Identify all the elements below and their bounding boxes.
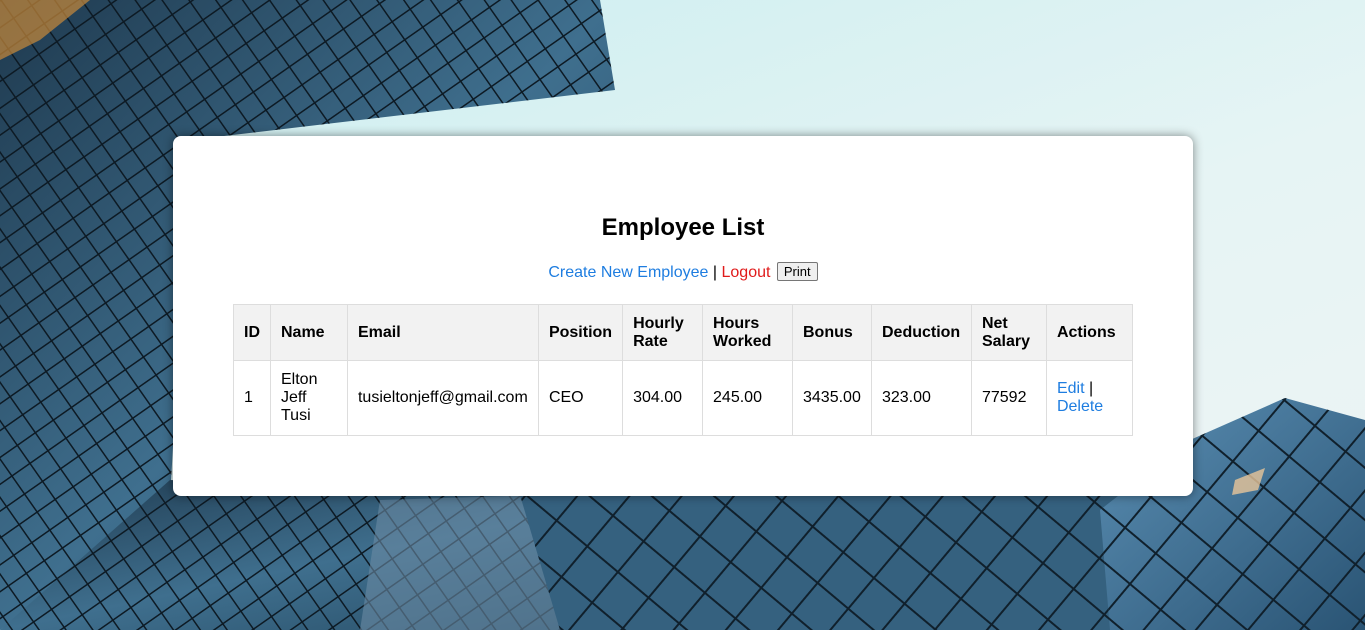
col-header-net-salary: Net Salary [970,304,1047,361]
cell-id: 1 [233,360,271,436]
cell-net-salary: 77592 [970,360,1047,436]
action-bar: Create New Employee | Logout Print [173,262,1193,282]
col-header-hours-worked: Hours Worked [702,304,793,361]
action-separator: | [1088,380,1094,397]
cell-bonus: 3435.00 [792,360,872,436]
cell-name: Elton Jeff Tusi [270,360,348,436]
col-header-email: Email [346,304,539,361]
employee-name: Elton Jeff Tusi [281,371,318,424]
create-employee-link[interactable]: Create New Employee [548,264,708,281]
edit-link[interactable]: Edit [1057,380,1085,397]
employee-list-card: Employee List Create New Employee | Logo… [173,136,1193,496]
table-header-row: ID Name Email Position Hourly Rate Hours… [233,304,1134,361]
cell-hourly-rate: 304.00 [622,360,704,436]
col-header-deduction: Deduction [870,304,972,361]
print-button[interactable]: Print [776,262,818,281]
employee-table: ID Name Email Position Hourly Rate Hours… [233,304,1134,436]
logout-link[interactable]: Logout [722,264,771,281]
delete-link[interactable]: Delete [1057,398,1103,415]
cell-hours-worked: 245.00 [702,360,793,436]
cell-email: tusieltonjeff@gmail.com [346,360,539,436]
col-header-actions: Actions [1045,304,1134,361]
col-header-id: ID [233,304,271,361]
cell-position: CEO [537,360,624,436]
col-header-position: Position [537,304,624,361]
table-row: 1 Elton Jeff Tusi tusieltonjeff@gmail.co… [233,360,1134,436]
col-header-name: Name [270,304,348,361]
page-title: Employee List [601,214,765,241]
col-header-bonus: Bonus [792,304,872,361]
cell-actions: Edit | Delete [1045,360,1134,436]
col-header-hourly-rate: Hourly Rate [622,304,704,361]
nav-separator: | [712,264,718,281]
cell-deduction: 323.00 [870,360,972,436]
